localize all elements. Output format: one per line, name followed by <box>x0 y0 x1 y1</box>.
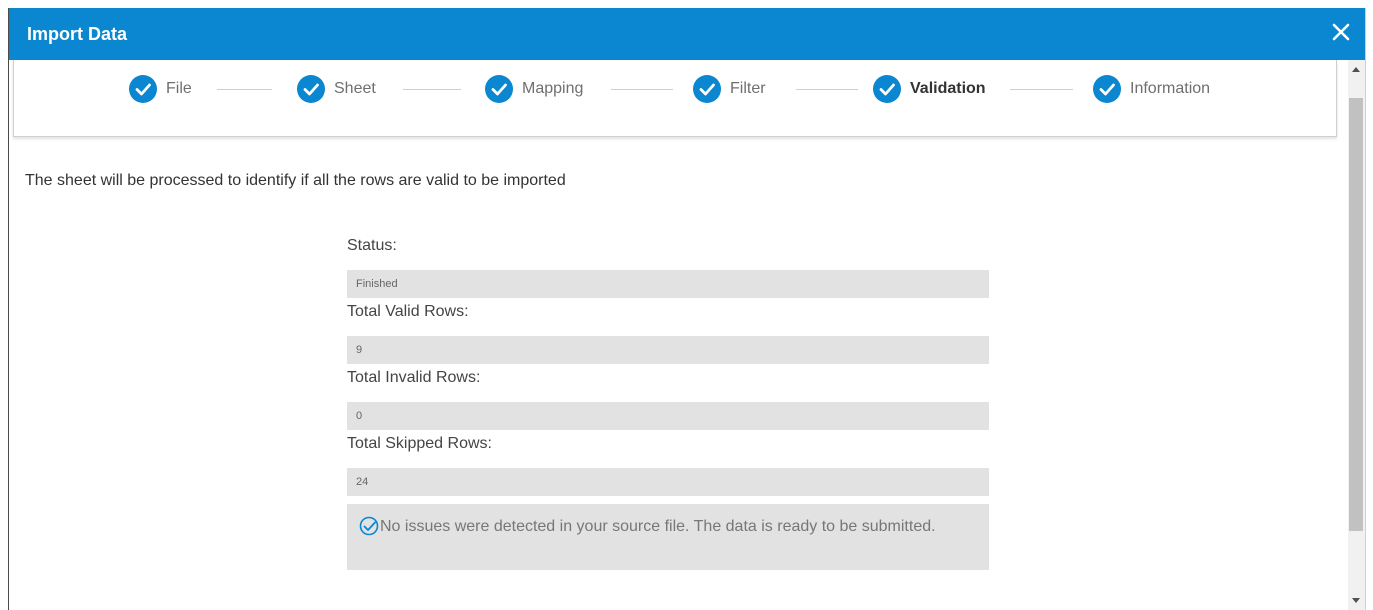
import-stepper: File Sheet Mapping Filter Validation Inf… <box>13 60 1337 137</box>
check-circle-icon <box>1093 75 1121 103</box>
check-circle-outline-icon <box>359 516 379 536</box>
dialog-titlebar: Import Data <box>9 8 1365 60</box>
dialog-title: Import Data <box>27 24 128 44</box>
total-valid-rows-value: 9 <box>347 336 989 364</box>
step-connector <box>403 89 461 90</box>
step-label: File <box>166 80 192 97</box>
scrollbar-thumb[interactable] <box>1349 98 1363 531</box>
step-file[interactable]: File <box>129 75 192 103</box>
step-information[interactable]: Information <box>1093 75 1210 103</box>
status-label: Status: <box>347 237 397 254</box>
scroll-up-icon[interactable] <box>1352 67 1360 72</box>
step-filter[interactable]: Filter <box>693 75 766 103</box>
step-label: Filter <box>730 80 766 97</box>
intro-text: The sheet will be processed to identify … <box>25 172 566 189</box>
import-data-dialog: Import Data File Sheet Mapping Filter Va… <box>8 8 1366 610</box>
close-icon[interactable] <box>1329 20 1353 44</box>
total-skipped-rows-value: 24 <box>347 468 989 496</box>
vertical-scrollbar[interactable] <box>1348 60 1365 610</box>
step-label: Mapping <box>522 80 584 97</box>
total-valid-rows-label: Total Valid Rows: <box>347 303 469 320</box>
step-label: Validation <box>910 80 986 97</box>
step-mapping[interactable]: Mapping <box>485 75 583 103</box>
step-connector <box>611 89 673 90</box>
scroll-down-icon[interactable] <box>1352 598 1360 603</box>
check-circle-icon <box>297 75 325 103</box>
step-label: Information <box>1130 80 1211 97</box>
check-circle-icon <box>693 75 721 103</box>
step-connector <box>796 89 858 90</box>
total-invalid-rows-value: 0 <box>347 402 989 430</box>
total-invalid-rows-label: Total Invalid Rows: <box>347 369 481 386</box>
step-connector <box>1010 89 1073 90</box>
check-circle-icon <box>129 75 157 103</box>
step-label: Sheet <box>334 80 376 97</box>
validation-notice: No issues were detected in your source f… <box>347 504 989 570</box>
total-skipped-rows-label: Total Skipped Rows: <box>347 435 492 452</box>
status-value: Finished <box>347 270 989 298</box>
step-validation[interactable]: Validation <box>873 75 986 103</box>
notice-text: No issues were detected in your source f… <box>380 518 936 535</box>
check-circle-icon <box>485 75 513 103</box>
step-connector <box>217 89 272 90</box>
check-circle-icon <box>873 75 901 103</box>
dialog-content: File Sheet Mapping Filter Validation Inf… <box>9 60 1348 610</box>
step-sheet[interactable]: Sheet <box>297 75 376 103</box>
